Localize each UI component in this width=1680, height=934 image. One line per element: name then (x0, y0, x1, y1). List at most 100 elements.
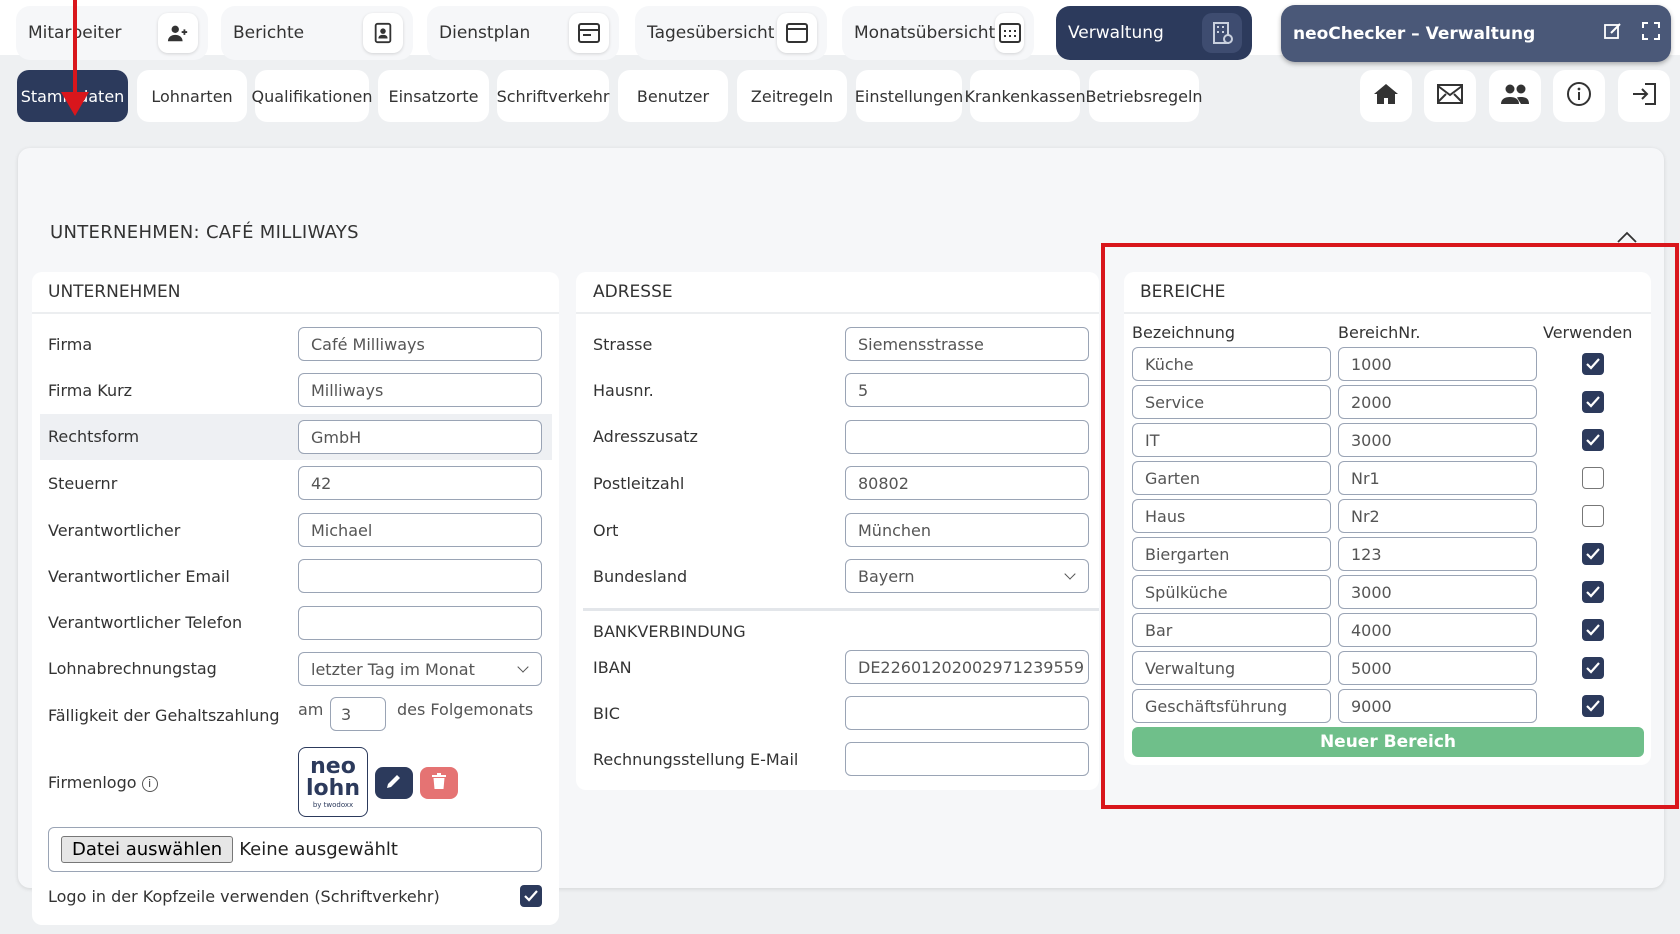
iban-input[interactable]: DE22601202002971239559 (845, 650, 1089, 684)
verantwortlicher-email-label: Verantwortlicher Email (48, 567, 230, 586)
file-upload: Datei auswählen Keine ausgewählt (48, 827, 542, 872)
subtab-schriftverkehr[interactable]: Schriftverkehr (497, 70, 609, 122)
subtab-label: Lohnarten (151, 86, 233, 106)
users-button[interactable] (1489, 70, 1541, 122)
divider (576, 312, 1099, 314)
subtab-label: Krankenkassen (964, 86, 1086, 106)
subtab-lohnarten[interactable]: Lohnarten (137, 70, 247, 122)
ort-input[interactable]: München (845, 513, 1089, 547)
postleitzahl-input[interactable]: 80802 (845, 466, 1089, 500)
month-calendar-icon (995, 13, 1024, 53)
verantwortlicher-telefon-label: Verantwortlicher Telefon (48, 613, 243, 632)
logo-header-checkbox[interactable] (520, 885, 542, 907)
checker-title: neoChecker – Verwaltung (1293, 23, 1536, 44)
mail-button[interactable] (1424, 70, 1476, 122)
hausnr-input[interactable]: 5 (845, 373, 1089, 407)
rechtsform-input[interactable]: GmbH (298, 420, 542, 454)
company-title: UNTERNEHMEN (48, 282, 181, 302)
firma-kurz-input[interactable]: Milliways (298, 373, 542, 407)
neochecker-header: neoChecker – Verwaltung (1281, 5, 1671, 62)
bank-title: BANKVERBINDUNG (593, 622, 746, 641)
tab-label: Tagesübersicht (647, 23, 775, 43)
firmenlogo-label: Firmenlogo i (48, 773, 158, 792)
tab-label: Dienstplan (439, 23, 531, 43)
bundesland-label: Bundesland (593, 567, 688, 586)
tab-mitarbeiter[interactable]: Mitarbeiter (16, 6, 208, 60)
company-logo: neo lohn by twodoxx (298, 747, 368, 817)
subtab-label: Einstellungen (854, 86, 964, 106)
subtab-einsatzorte[interactable]: Einsatzorte (378, 70, 489, 122)
tab-monatsuebersicht[interactable]: Monatsübersicht (842, 6, 1034, 60)
logo-text: lohn (306, 775, 360, 801)
user-plus-icon (158, 13, 198, 53)
verantwortlicher-input[interactable]: Michael (298, 513, 542, 547)
logo-header-label: Logo in der Kopfzeile verwenden (Schrift… (48, 887, 440, 906)
subtab-zeitregeln[interactable]: Zeitregeln (737, 70, 847, 122)
subtab-krankenkassen[interactable]: Krankenkassen (964, 70, 1086, 122)
edit-logo-button[interactable] (375, 767, 413, 799)
subtab-benutzer[interactable]: Benutzer (618, 70, 728, 122)
report-icon (363, 13, 403, 53)
tab-label: Monatsübersicht (854, 23, 996, 43)
subtab-label: Schriftverkehr (496, 86, 610, 106)
edit-icon[interactable] (1603, 21, 1623, 46)
divider (583, 608, 1099, 611)
info-circle-icon[interactable]: i (141, 776, 158, 792)
home-icon (1373, 82, 1399, 110)
subtab-label: Benutzer (636, 86, 710, 106)
faelligkeit-input[interactable]: 3 (330, 697, 386, 731)
delete-logo-button[interactable] (420, 767, 458, 799)
firma-label: Firma (48, 335, 93, 354)
lohnabrechnungstag-select[interactable]: letzter Tag im Monat (298, 652, 542, 686)
ort-label: Ort (593, 521, 619, 540)
faelligkeit-label: Fälligkeit der Gehaltszahlung (48, 706, 280, 725)
hausnr-label: Hausnr. (593, 381, 654, 400)
postleitzahl-label: Postleitzahl (593, 474, 685, 493)
verantwortlicher-label: Verantwortlicher (48, 521, 181, 540)
logo-text: neo (310, 753, 356, 779)
users-icon (1501, 83, 1529, 109)
highlight-box (1101, 243, 1679, 809)
adresszusatz-input[interactable] (845, 420, 1089, 454)
subtab-einstellungen[interactable]: Einstellungen (854, 70, 964, 122)
tab-verwaltung[interactable]: Verwaltung (1056, 6, 1252, 60)
rechtsform-label: Rechtsform (48, 427, 140, 446)
admin-building-icon (1202, 13, 1242, 53)
annotation-arrow-head (61, 92, 89, 116)
verantwortlicher-email-input[interactable] (298, 559, 542, 593)
fullscreen-icon[interactable] (1641, 21, 1661, 46)
steuernr-input[interactable]: 42 (298, 466, 542, 500)
info-icon (1566, 81, 1592, 111)
faelligkeit-am: am (298, 700, 324, 719)
subtab-label: Zeitregeln (750, 86, 834, 106)
tab-dienstplan[interactable]: Dienstplan (427, 6, 619, 60)
bic-input[interactable] (845, 696, 1089, 730)
rechnung-label: Rechnungsstellung E-Mail (593, 750, 799, 769)
subtab-qualifikationen[interactable]: Qualifikationen (252, 70, 372, 122)
day-calendar-icon (777, 13, 817, 53)
tab-berichte[interactable]: Berichte (221, 6, 413, 60)
logout-button[interactable] (1618, 70, 1670, 122)
rechnung-input[interactable] (845, 742, 1089, 776)
adresszusatz-label: Adresszusatz (593, 427, 698, 446)
home-button[interactable] (1360, 70, 1412, 122)
pencil-icon (385, 772, 403, 794)
tab-label: Verwaltung (1068, 23, 1164, 43)
verantwortlicher-telefon-input[interactable] (298, 606, 542, 640)
logo-subtext: by twodoxx (312, 800, 354, 809)
tab-tagesuebersicht[interactable]: Tagesübersicht (635, 6, 827, 60)
subtab-label: Qualifikationen (251, 86, 373, 106)
firma-input[interactable]: Café Milliways (298, 327, 542, 361)
steuernr-label: Steuernr (48, 474, 118, 493)
tab-label: Berichte (233, 23, 305, 43)
bundesland-select[interactable]: Bayern (845, 559, 1089, 593)
info-button[interactable] (1553, 70, 1605, 122)
subtab-betriebsregeln[interactable]: Betriebsregeln (1085, 70, 1203, 122)
schedule-icon (569, 13, 609, 53)
file-choose-button[interactable]: Datei auswählen (61, 836, 234, 863)
divider (32, 312, 559, 314)
file-status: Keine ausgewählt (239, 839, 398, 860)
card-title: UNTERNEHMEN: CAFÉ MILLIWAYS (50, 222, 359, 243)
firma-kurz-label: Firma Kurz (48, 381, 133, 400)
strasse-input[interactable]: Siemensstrasse (845, 327, 1089, 361)
